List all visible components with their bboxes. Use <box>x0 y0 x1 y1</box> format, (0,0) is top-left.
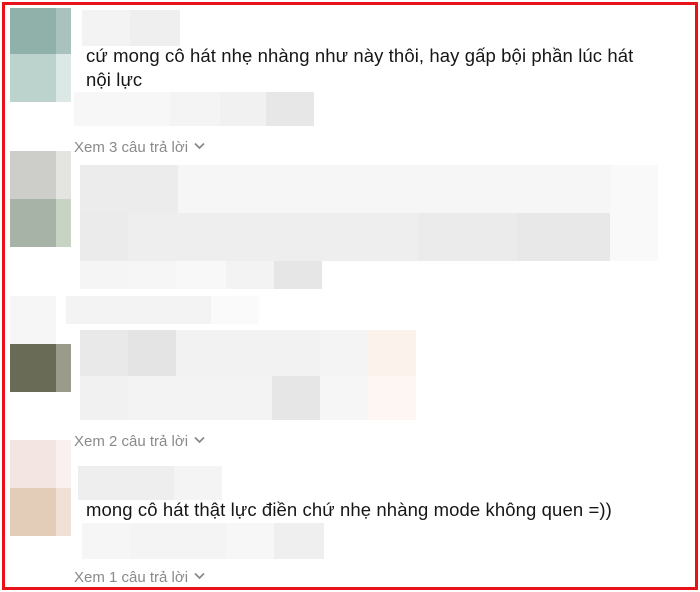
chevron-down-icon <box>194 431 205 449</box>
view-replies-link[interactable]: Xem 3 câu trả lời <box>74 139 205 157</box>
view-replies-label: Xem 1 câu trả lời <box>74 569 189 586</box>
comment-text: mong cô hát thật lực điền chứ nhẹ nhàng … <box>86 499 612 520</box>
comment-text: cứ mong cô hát nhẹ nhàng như này thôi, h… <box>86 45 634 90</box>
view-replies-link[interactable]: Xem 1 câu trả lời <box>74 569 205 587</box>
chevron-down-icon <box>194 137 205 155</box>
view-replies-label: Xem 3 câu trả lời <box>74 139 189 156</box>
view-replies-label: Xem 2 câu trả lời <box>74 433 189 450</box>
chevron-down-icon <box>194 567 205 585</box>
view-replies-link[interactable]: Xem 2 câu trả lời <box>74 433 205 451</box>
